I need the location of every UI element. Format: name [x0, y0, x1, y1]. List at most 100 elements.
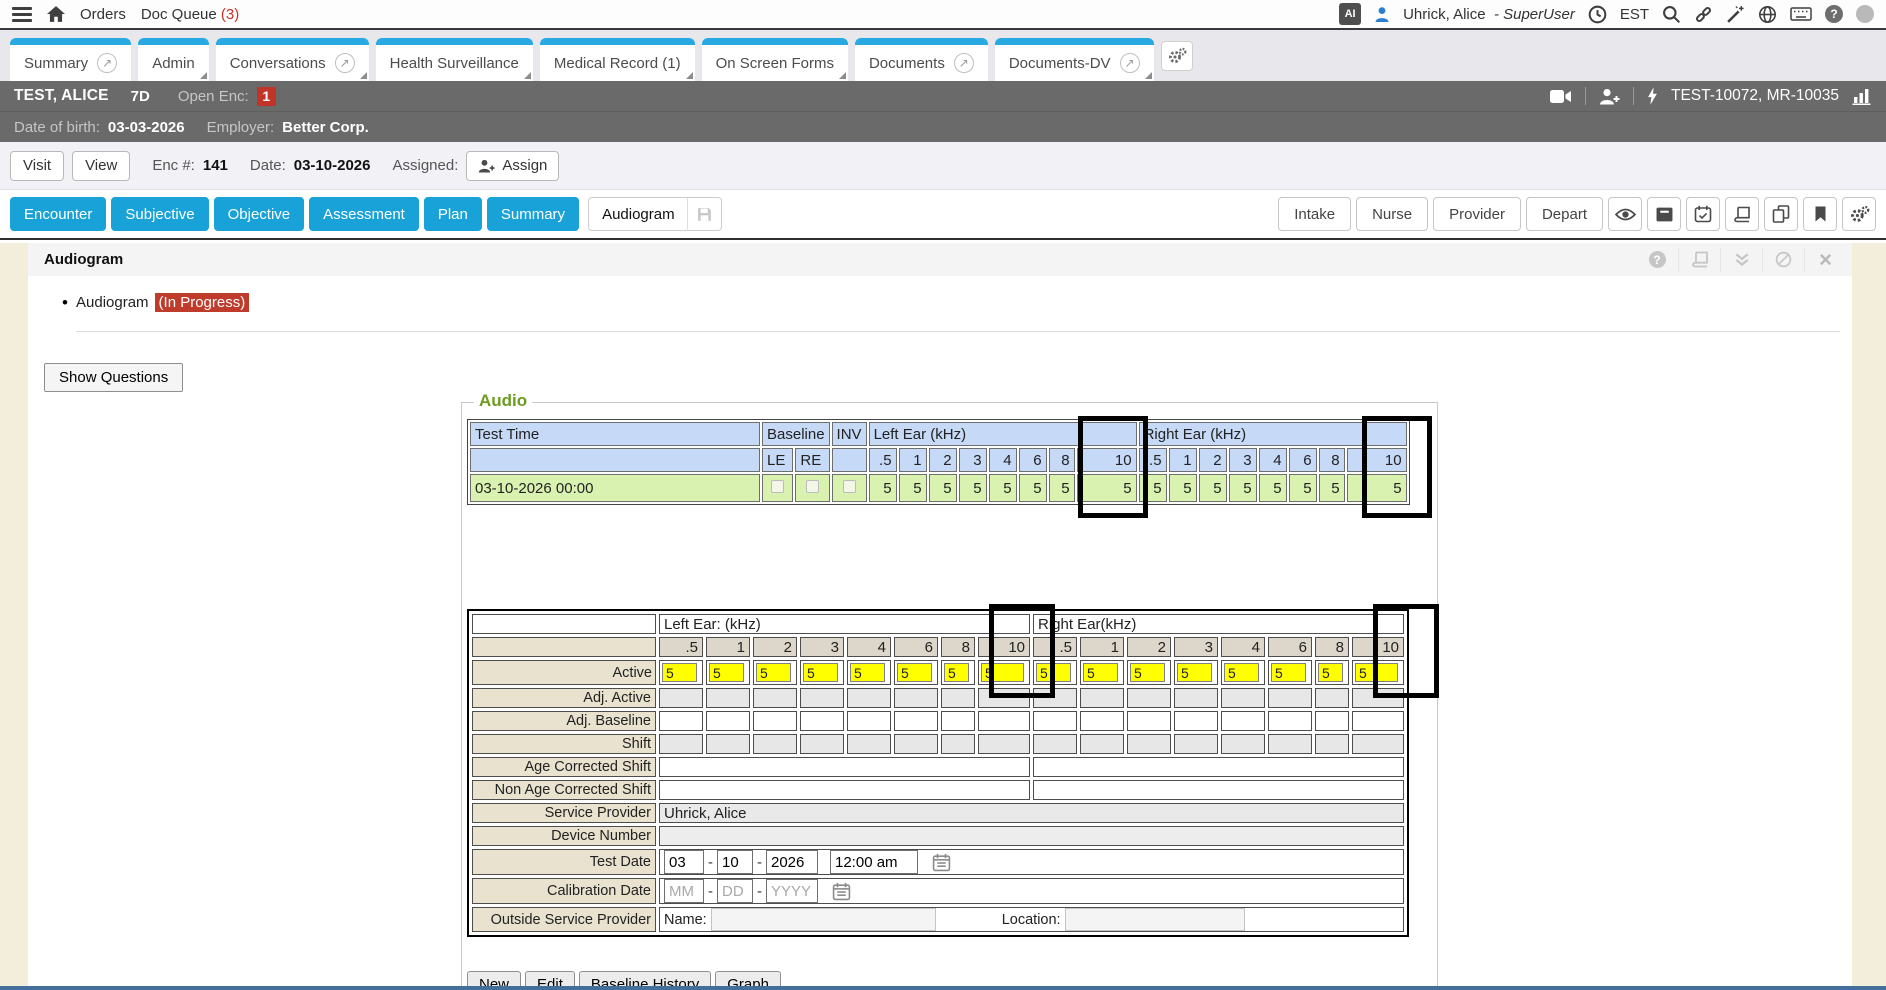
audio-test-table: Test Time Baseline INV Left Ear (kHz) Ri…: [467, 419, 1410, 505]
baseline-le-checkbox[interactable]: [771, 480, 784, 493]
nav-assessment-button[interactable]: Assessment: [309, 197, 419, 231]
adj-active-label: Adj. Active: [472, 688, 656, 708]
orders-link[interactable]: Orders: [80, 6, 126, 23]
archive-box-icon[interactable]: [1647, 197, 1681, 231]
tab-documents[interactable]: Documents↗: [855, 38, 988, 81]
calibration-date-row: Calibration Date: [472, 878, 1404, 904]
copy-pages-icon[interactable]: [1764, 197, 1798, 231]
panel-book-icon[interactable]: [1678, 248, 1720, 272]
nav-encounter-button[interactable]: Encounter: [10, 197, 106, 231]
search-icon[interactable]: [1662, 5, 1681, 24]
nav-summary-button[interactable]: Summary: [487, 197, 579, 231]
tab-health-surveillance[interactable]: Health Surveillance: [376, 38, 533, 81]
col-test-time: Test Time: [470, 422, 760, 446]
external-link-icon[interactable]: ↗: [97, 53, 117, 73]
doc-queue-link[interactable]: Doc Queue (3): [141, 6, 239, 23]
nav-plan-button[interactable]: Plan: [424, 197, 482, 231]
inv-checkbox[interactable]: [843, 480, 856, 493]
panel-header: Audiogram ? ×: [28, 243, 1852, 276]
nav-subjective-button[interactable]: Subjective: [111, 197, 208, 231]
calibration-month-input[interactable]: [664, 879, 704, 903]
add-person-icon[interactable]: [1599, 88, 1620, 105]
keyboard-icon[interactable]: [1790, 6, 1812, 22]
external-link-icon[interactable]: ↗: [954, 53, 974, 73]
show-questions-button[interactable]: Show Questions: [44, 363, 183, 392]
test-date-month-input[interactable]: [664, 850, 704, 874]
depart-button[interactable]: Depart: [1526, 197, 1603, 231]
link-icon[interactable]: [1694, 5, 1713, 24]
settings-gears-icon[interactable]: [1842, 197, 1876, 231]
active-value-field[interactable]: 5: [662, 663, 697, 682]
calibration-year-input[interactable]: [766, 879, 818, 903]
intake-button[interactable]: Intake: [1278, 197, 1351, 231]
bookmark-icon[interactable]: [1803, 197, 1837, 231]
device-number-row: Device Number: [472, 826, 1404, 846]
tab-conversations[interactable]: Conversations↗: [216, 38, 369, 81]
view-button[interactable]: View: [72, 151, 130, 181]
tab-medical-record[interactable]: Medical Record (1): [540, 38, 695, 81]
panel-help-icon[interactable]: ?: [1636, 248, 1678, 272]
globe-icon[interactable]: [1758, 5, 1777, 24]
video-camera-icon[interactable]: [1550, 89, 1572, 104]
active-value-field[interactable]: 5: [1177, 663, 1212, 682]
calendar-icon[interactable]: [932, 853, 951, 872]
visit-button[interactable]: Visit: [10, 151, 64, 181]
active-value-field[interactable]: 5: [1224, 663, 1259, 682]
active-value-field[interactable]: 5: [709, 663, 744, 682]
active-value-field[interactable]: 5: [1083, 663, 1118, 682]
active-audiogram-tab[interactable]: Audiogram: [588, 197, 722, 231]
collapse-chevrons-icon[interactable]: [1720, 248, 1762, 272]
audiogram-status-item[interactable]: Audiogram (In Progress): [76, 293, 249, 312]
wand-icon[interactable]: [1726, 5, 1745, 24]
annotation-box-left-10khz-top: [1078, 416, 1148, 518]
employer-label: Employer:: [207, 119, 275, 136]
tab-on-screen-forms[interactable]: On Screen Forms: [702, 38, 848, 81]
tab-settings-gear-icon[interactable]: [1161, 41, 1193, 71]
active-value-field[interactable]: 5: [1130, 663, 1165, 682]
patient-ids: TEST-10072, MR-10035: [1671, 87, 1839, 105]
external-link-icon[interactable]: ↗: [335, 53, 355, 73]
eye-icon[interactable]: [1608, 197, 1642, 231]
nurse-button[interactable]: Nurse: [1356, 197, 1428, 231]
outside-location-input[interactable]: [1065, 908, 1245, 931]
annotation-box-right-10khz-top: [1362, 416, 1432, 518]
save-icon[interactable]: [688, 207, 721, 222]
provider-button[interactable]: Provider: [1433, 197, 1521, 231]
open-enc-badge[interactable]: 1: [257, 87, 276, 106]
help-icon[interactable]: ?: [1825, 5, 1843, 23]
calendar-icon[interactable]: [832, 882, 851, 901]
calendar-check-icon[interactable]: [1686, 197, 1720, 231]
external-link-icon[interactable]: ↗: [1120, 53, 1140, 73]
active-value-field[interactable]: 5: [1318, 663, 1343, 682]
tab-summary[interactable]: Summary↗: [10, 38, 131, 81]
active-value-field[interactable]: 5: [944, 663, 969, 682]
baseline-re-checkbox[interactable]: [806, 480, 819, 493]
book-icon[interactable]: [1725, 197, 1759, 231]
active-value-field[interactable]: 5: [756, 663, 791, 682]
home-icon[interactable]: [47, 6, 65, 22]
open-enc-label: Open Enc:: [178, 88, 249, 105]
test-date-year-input[interactable]: [766, 850, 818, 874]
bar-chart-icon[interactable]: [1852, 88, 1872, 105]
tab-admin[interactable]: Admin: [138, 38, 209, 81]
close-icon[interactable]: ×: [1804, 248, 1846, 272]
calibration-day-input[interactable]: [717, 879, 753, 903]
active-value-field[interactable]: 5: [1271, 663, 1306, 682]
test-row[interactable]: 03-10-2026 00:00 55 55 55 55 55 55 55 55: [470, 474, 1407, 502]
active-value-field[interactable]: 5: [850, 663, 885, 682]
test-time-input[interactable]: [830, 850, 918, 874]
active-value-field[interactable]: 5: [803, 663, 838, 682]
outside-name-input[interactable]: [711, 908, 936, 931]
tab-documents-dv[interactable]: Documents-DV↗: [995, 38, 1154, 81]
active-value-field[interactable]: 5: [897, 663, 932, 682]
menu-icon[interactable]: [12, 7, 32, 22]
lightning-icon[interactable]: [1647, 87, 1658, 105]
assign-button[interactable]: Assign: [466, 151, 559, 181]
user-name[interactable]: Uhrick, Alice - SuperUser: [1403, 6, 1575, 23]
disable-icon[interactable]: [1762, 248, 1804, 272]
nav-objective-button[interactable]: Objective: [214, 197, 305, 231]
outside-service-provider-row: Outside Service Provider Name: Location:: [472, 907, 1404, 932]
ai-badge[interactable]: AI: [1339, 3, 1361, 25]
device-number-value[interactable]: [659, 826, 1404, 846]
test-date-day-input[interactable]: [717, 850, 753, 874]
